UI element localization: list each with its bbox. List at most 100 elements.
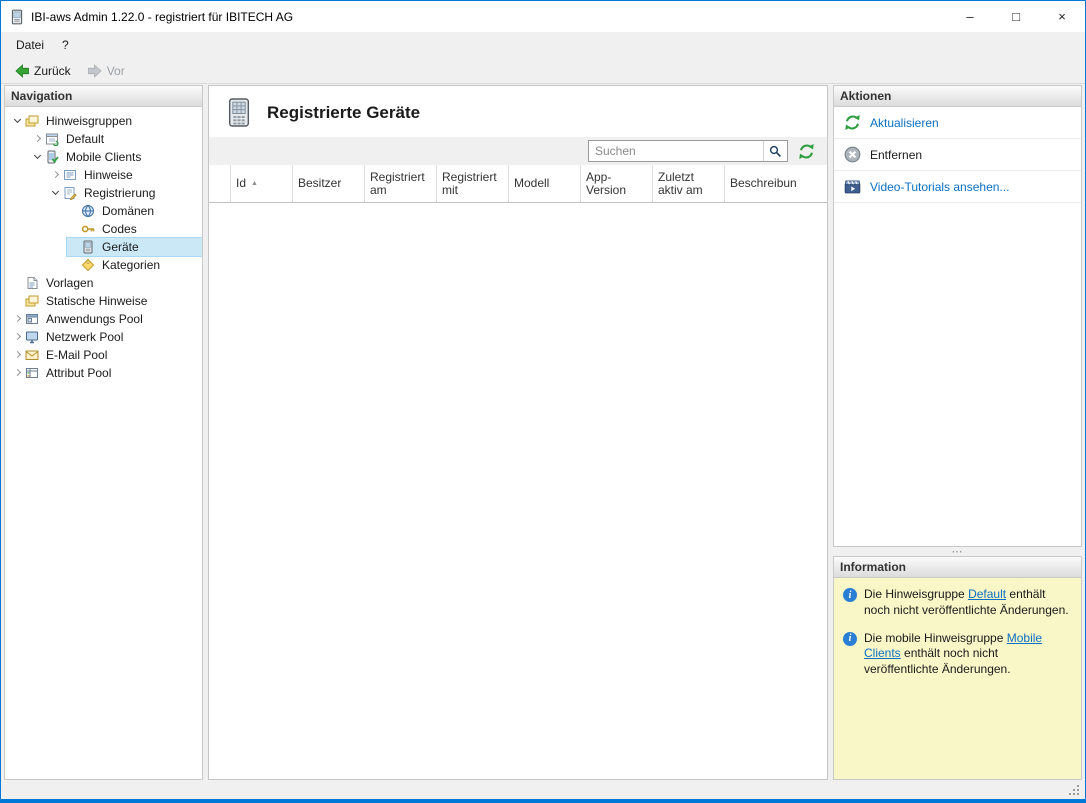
- nav-item-label: E-Mail Pool: [46, 348, 108, 362]
- action-entfernen[interactable]: Entfernen: [834, 139, 1081, 171]
- default-group-icon: [45, 132, 61, 146]
- sort-ascending-icon: [251, 177, 258, 190]
- notice-groups-icon: [25, 114, 41, 128]
- info-link-default[interactable]: Default: [968, 587, 1006, 601]
- key-icon: [81, 222, 97, 236]
- nav-item-netzwerk-pool[interactable]: Netzwerk Pool: [5, 328, 202, 346]
- chevron-placeholder: [67, 204, 81, 218]
- minimize-button[interactable]: –: [947, 1, 993, 32]
- email-pool-icon: [25, 348, 41, 362]
- nav-item-label: Attribut Pool: [46, 366, 112, 380]
- column-label: Beschreibun: [730, 176, 797, 190]
- app-icon: [9, 9, 25, 25]
- info-note-mobile-clients: Die mobile Hinweisgruppe Mobile Clients …: [843, 631, 1072, 678]
- maximize-button[interactable]: □: [993, 1, 1039, 32]
- refresh-button[interactable]: [798, 143, 815, 160]
- nav-item-registrierung[interactable]: Registrierung: [5, 184, 202, 202]
- info-text-part: Die mobile Hinweisgruppe: [864, 630, 1007, 645]
- actions-header: Aktionen: [834, 86, 1081, 107]
- panel-splitter[interactable]: [833, 547, 1082, 556]
- column-header-id[interactable]: Id: [231, 165, 293, 202]
- action-label: Video-Tutorials ansehen...: [870, 179, 1010, 194]
- chevron-expanded-icon[interactable]: [11, 114, 25, 128]
- nav-item-email-pool[interactable]: E-Mail Pool: [5, 346, 202, 364]
- menu-help[interactable]: ?: [53, 34, 78, 56]
- column-label: Id: [236, 176, 247, 190]
- column-label: Modell: [514, 176, 550, 190]
- nav-item-geraete[interactable]: Geräte: [5, 237, 202, 257]
- nav-item-codes[interactable]: Codes: [5, 220, 202, 238]
- nav-item-default[interactable]: Default: [5, 130, 202, 148]
- chevron-expanded-icon[interactable]: [31, 150, 45, 164]
- app-window: IBI-aws Admin 1.22.0 - registriert für I…: [0, 0, 1086, 803]
- search-input[interactable]: [589, 142, 763, 160]
- forward-button[interactable]: Vor: [80, 62, 132, 80]
- chevron-collapsed-icon[interactable]: [11, 330, 25, 344]
- column-header-besitzer[interactable]: Besitzer: [293, 165, 365, 202]
- search-icon[interactable]: [763, 141, 787, 161]
- nav-item-domaenen[interactable]: Domänen: [5, 202, 202, 220]
- chevron-expanded-icon[interactable]: [49, 186, 63, 200]
- nav-item-mobile-clients[interactable]: Mobile Clients: [5, 148, 202, 166]
- column-header-registriert-am[interactable]: Registriert am: [365, 165, 437, 202]
- registration-icon: [63, 186, 79, 200]
- close-button[interactable]: ×: [1039, 1, 1085, 32]
- column-label: App-Version: [586, 169, 627, 197]
- chevron-collapsed-icon[interactable]: [31, 132, 45, 146]
- chevron-collapsed-icon[interactable]: [49, 168, 63, 182]
- column-header-app-version[interactable]: App-Version: [581, 165, 653, 202]
- refresh-icon: [844, 114, 861, 131]
- nav-item-vorlagen[interactable]: Vorlagen: [5, 274, 202, 292]
- content-area: Navigation Hinweisgruppen Default Mobile…: [4, 85, 1082, 780]
- status-bar: [1, 781, 1085, 799]
- nav-item-label: Default: [66, 132, 105, 146]
- nav-item-label: Domänen: [102, 204, 155, 218]
- column-header-zuletzt-aktiv-am[interactable]: Zuletzt aktiv am: [653, 165, 725, 202]
- page-header: Registrierte Geräte: [209, 86, 827, 137]
- menubar: Datei ?: [1, 32, 1085, 58]
- column-header-modell[interactable]: Modell: [509, 165, 581, 202]
- action-video-tutorials[interactable]: Video-Tutorials ansehen...: [834, 171, 1081, 203]
- main-panel: Registrierte Geräte Id Besitzer R: [208, 85, 828, 780]
- chevron-collapsed-icon[interactable]: [11, 348, 25, 362]
- nav-item-anwendungs-pool[interactable]: Anwendungs Pool: [5, 310, 202, 328]
- info-icon: [843, 588, 857, 602]
- nav-item-label: Vorlagen: [46, 276, 94, 290]
- back-button[interactable]: Zurück: [7, 62, 78, 80]
- column-header-registriert-mit[interactable]: Registriert mit: [437, 165, 509, 202]
- window-border-accent: [1, 799, 1085, 802]
- chevron-collapsed-icon[interactable]: [11, 312, 25, 326]
- chevron-placeholder: [11, 276, 25, 290]
- navigation-tree: Hinweisgruppen Default Mobile Clients Hi…: [5, 107, 202, 779]
- search-strip: [209, 137, 827, 165]
- nav-item-attribut-pool[interactable]: Attribut Pool: [5, 364, 202, 382]
- nav-item-hinweisgruppen[interactable]: Hinweisgruppen: [5, 112, 202, 130]
- chevron-placeholder: [67, 222, 81, 236]
- info-note-default: Die Hinweisgruppe Default enthält noch n…: [843, 587, 1072, 619]
- back-arrow-icon: [15, 63, 29, 78]
- nav-item-hinweise[interactable]: Hinweise: [5, 166, 202, 184]
- forward-label: Vor: [106, 63, 125, 78]
- nav-item-statische-hinweise[interactable]: Statische Hinweise: [5, 292, 202, 310]
- nav-item-label: Statische Hinweise: [46, 294, 148, 308]
- application-pool-icon: [25, 312, 41, 326]
- chevron-collapsed-icon[interactable]: [11, 366, 25, 380]
- attribute-pool-icon: [25, 366, 41, 380]
- action-label: Entfernen: [870, 147, 923, 162]
- search-box[interactable]: [588, 140, 788, 162]
- resize-grip[interactable]: [1069, 785, 1081, 797]
- column-label: Registriert mit: [442, 169, 497, 197]
- nav-item-kategorien[interactable]: Kategorien: [5, 256, 202, 274]
- info-text: Die mobile Hinweisgruppe Mobile Clients …: [864, 631, 1072, 678]
- nav-item-label: Netzwerk Pool: [46, 330, 124, 344]
- nav-item-label: Codes: [102, 222, 137, 236]
- window-controls: – □ ×: [947, 1, 1085, 32]
- nav-item-label: Kategorien: [102, 258, 161, 272]
- column-header-beschreibung[interactable]: Beschreibun: [725, 165, 827, 202]
- menu-datei[interactable]: Datei: [7, 34, 53, 56]
- navigation-panel: Navigation Hinweisgruppen Default Mobile…: [4, 85, 203, 780]
- action-aktualisieren[interactable]: Aktualisieren: [834, 107, 1081, 139]
- static-notices-icon: [25, 294, 41, 308]
- info-text-part: Die Hinweisgruppe: [864, 587, 969, 601]
- network-pool-icon: [25, 330, 41, 344]
